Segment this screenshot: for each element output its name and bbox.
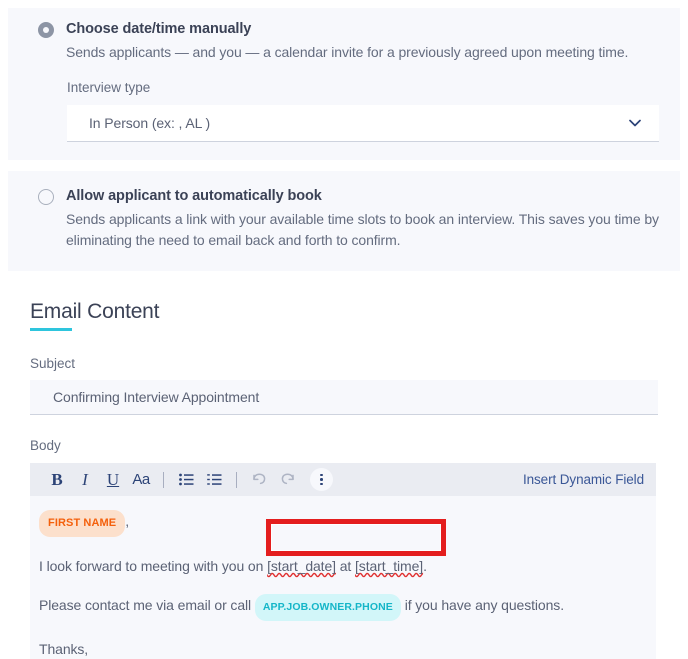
option-description-autobook: Sends applicants a link with your availa…	[66, 211, 659, 248]
heading-underline-accent	[30, 328, 72, 331]
subject-value: Confirming Interview Appointment	[53, 389, 260, 405]
chevron-down-icon[interactable]	[626, 114, 644, 132]
radio-unselected-icon[interactable]	[38, 189, 54, 205]
scheduling-email-page: Choose date/time manually Sends applican…	[0, 8, 688, 659]
scheduling-option-autobook-panel[interactable]: Allow applicant to automatically book Se…	[8, 171, 680, 271]
greeting-comma: ,	[125, 513, 130, 529]
email-content-section: Email Content Subject Confirming Intervi…	[8, 271, 680, 659]
insert-dynamic-field-link[interactable]: Insert Dynamic Field	[523, 472, 644, 487]
interview-type-group: Interview type In Person (ex: , AL )	[8, 79, 680, 142]
more-vertical-icon[interactable]	[310, 468, 333, 491]
font-size-button[interactable]: Aa	[127, 467, 155, 493]
body-label: Body	[30, 438, 61, 453]
editor-toolbar: B I U Aa Insert Dynamic Field	[30, 463, 656, 496]
meeting-text-middle: at	[335, 558, 356, 574]
editor-content-area[interactable]: FIRST NAME, I look forward to meeting wi…	[30, 496, 656, 659]
scheduling-option-manual-panel[interactable]: Choose date/time manually Sends applican…	[8, 8, 680, 160]
dynamic-field-tag-first-name[interactable]: FIRST NAME	[39, 510, 126, 537]
page-title: Email Content	[30, 298, 160, 331]
rich-text-editor[interactable]: B I U Aa Insert Dynamic Field FIRST NAME…	[30, 463, 656, 659]
dynamic-token-start-time: [start_time]	[355, 558, 424, 574]
bulleted-list-icon[interactable]	[172, 467, 200, 493]
bold-button[interactable]: B	[43, 467, 71, 493]
editor-line-meeting: I look forward to meeting with you on [s…	[39, 556, 638, 576]
redo-icon[interactable]	[273, 467, 301, 493]
subject-label: Subject	[30, 356, 76, 371]
subject-group: Subject Confirming Interview Appointment	[30, 355, 658, 415]
numbered-list-icon[interactable]	[200, 467, 228, 493]
undo-icon[interactable]	[245, 467, 273, 493]
contact-text-suffix: if you have any questions.	[400, 597, 564, 613]
italic-button[interactable]: I	[71, 467, 99, 493]
dynamic-token-start-date: [start_date]	[267, 558, 336, 574]
editor-line-contact: Please contact me via email or call APP.…	[39, 594, 638, 621]
email-content-heading-text: Email Content	[30, 300, 160, 323]
more-dots	[320, 473, 323, 486]
interview-type-value: In Person (ex: , AL )	[89, 115, 211, 131]
dynamic-field-tag-owner-phone[interactable]: APP.JOB.OWNER.PHONE	[254, 594, 401, 621]
radio-selected-icon[interactable]	[38, 22, 54, 38]
editor-line-greeting: FIRST NAME,	[39, 510, 638, 537]
option-description-manual: Sends applicants — and you — a calendar …	[66, 44, 629, 60]
body-group: Body B I U Aa Insert Dynamic Field FIRST…	[30, 437, 658, 659]
meeting-text-suffix: .	[423, 558, 427, 574]
interview-type-label: Interview type	[67, 80, 151, 95]
interview-type-select[interactable]: In Person (ex: , AL )	[67, 105, 659, 142]
contact-text-prefix: Please contact me via email or call	[39, 597, 255, 613]
subject-input[interactable]: Confirming Interview Appointment	[30, 380, 658, 415]
meeting-text-prefix: I look forward to meeting with you on	[39, 558, 268, 574]
option-title-manual: Choose date/time manually	[66, 21, 252, 37]
editor-line-thanks: Thanks,	[39, 641, 89, 657]
option-title-autobook: Allow applicant to automatically book	[66, 188, 322, 204]
underline-button[interactable]: U	[99, 467, 127, 493]
toolbar-divider	[163, 471, 164, 488]
toolbar-divider	[236, 471, 237, 488]
